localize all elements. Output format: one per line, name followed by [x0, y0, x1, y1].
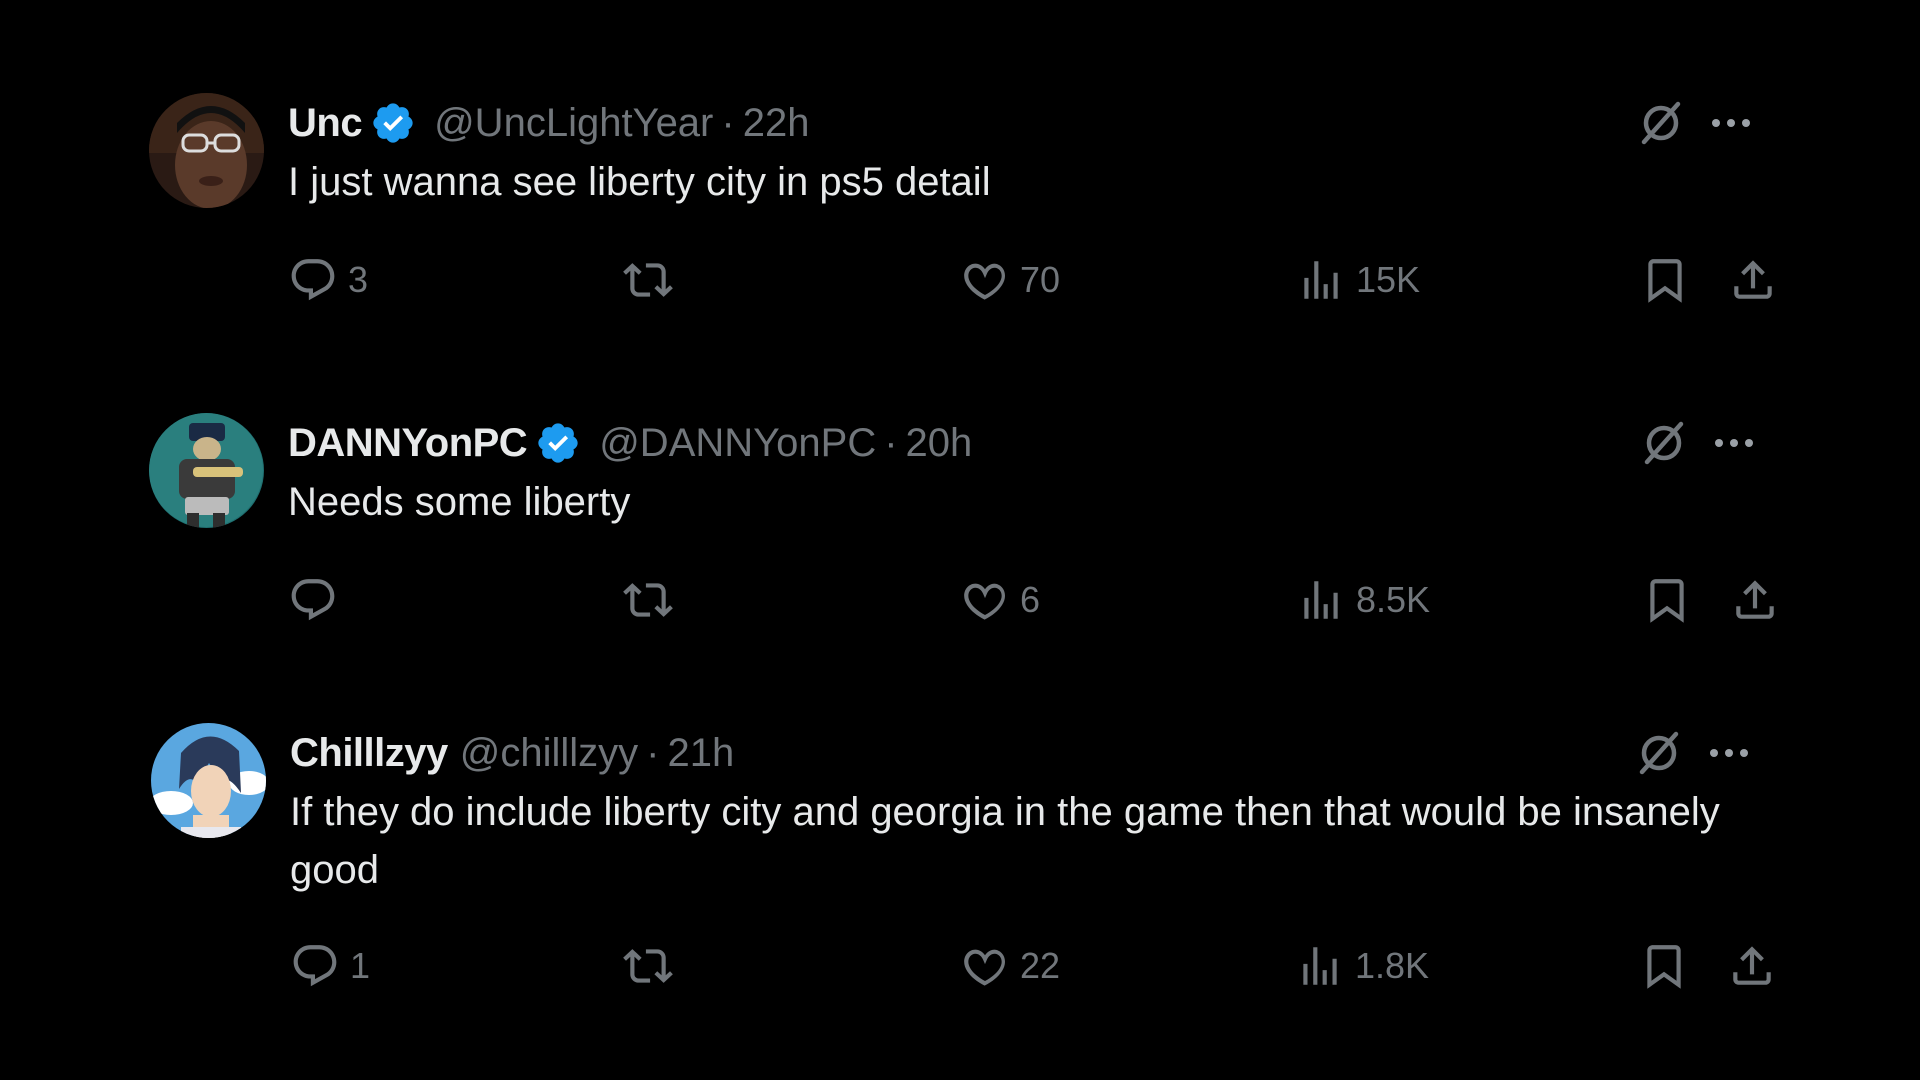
bookmark-button[interactable]	[1639, 936, 1689, 996]
views-button[interactable]: 15K	[1296, 250, 1420, 310]
bookmark-button[interactable]	[1642, 570, 1692, 630]
separator-dot: ·	[646, 730, 660, 775]
grok-icon[interactable]	[1639, 418, 1689, 468]
like-button[interactable]: 6	[960, 570, 1040, 630]
avatar[interactable]	[149, 413, 264, 528]
share-button[interactable]	[1730, 570, 1780, 630]
avatar-image	[151, 723, 266, 838]
display-name[interactable]: DANNYonPC	[288, 421, 528, 466]
views-bar-chart-icon	[1296, 575, 1346, 625]
views-count: 15K	[1356, 259, 1421, 300]
share-button[interactable]	[1728, 250, 1778, 310]
tweet-top-actions	[1636, 95, 1750, 151]
grok-icon[interactable]	[1636, 98, 1686, 148]
tweet-text: Needs some liberty	[288, 480, 631, 524]
action-bar: 6 8.5K	[288, 570, 1781, 630]
share-icon	[1728, 255, 1778, 305]
timestamp[interactable]: 21h	[668, 731, 735, 776]
views-button[interactable]: 1.8K	[1295, 936, 1429, 996]
retweet-icon	[623, 941, 673, 991]
like-count: 22	[1020, 945, 1061, 986]
reply-count: 3	[348, 259, 369, 300]
verified-badge-icon	[535, 420, 581, 466]
avatar-image	[149, 93, 264, 208]
avatar[interactable]	[149, 93, 264, 208]
user-handle[interactable]: @chilllzyy	[460, 731, 638, 776]
tweet-top-actions	[1634, 725, 1748, 781]
reply-count: 1	[350, 945, 371, 986]
tweet[interactable]: DANNYonPC @DANNYonPC · 20h Needs some li…	[149, 413, 1781, 653]
tweet-header: DANNYonPC @DANNYonPC · 20h	[288, 415, 972, 471]
retweet-icon	[623, 255, 673, 305]
views-bar-chart-icon	[1295, 941, 1345, 991]
tweet[interactable]: Unc @UncLightYear · 22h I just wanna see…	[149, 93, 1781, 333]
views-button[interactable]: 8.5K	[1296, 570, 1430, 630]
timestamp[interactable]: 22h	[743, 101, 810, 146]
separator-dot: ·	[721, 100, 735, 145]
reply-button[interactable]	[288, 570, 348, 630]
separator-dot: ·	[884, 420, 898, 465]
like-button[interactable]: 70	[960, 250, 1060, 310]
bookmark-icon	[1640, 255, 1690, 305]
grok-icon[interactable]	[1634, 728, 1684, 778]
display-name[interactable]: Unc	[288, 101, 363, 146]
display-name[interactable]: Chilllzyy	[290, 731, 448, 776]
bookmark-icon	[1642, 575, 1692, 625]
tweet-header: Unc @UncLightYear · 22h	[288, 95, 809, 151]
user-handle[interactable]: @UncLightYear	[434, 101, 713, 146]
reply-icon	[288, 255, 338, 305]
retweet-button[interactable]	[623, 936, 673, 996]
views-count: 8.5K	[1356, 579, 1431, 620]
timestamp[interactable]: 20h	[906, 421, 973, 466]
retweet-icon	[623, 575, 673, 625]
share-icon	[1727, 941, 1777, 991]
action-bar: 3 70 15K	[288, 250, 1781, 310]
retweet-button[interactable]	[623, 570, 673, 630]
tweet-text: If they do include liberty city and geor…	[290, 790, 1720, 892]
tweet-header: Chilllzyy @chilllzyy · 21h	[290, 725, 734, 781]
heart-icon	[960, 575, 1010, 625]
user-handle[interactable]: @DANNYonPC	[599, 421, 876, 466]
avatar[interactable]	[151, 723, 266, 838]
share-icon	[1730, 575, 1780, 625]
reply-button[interactable]: 1	[290, 936, 370, 996]
heart-icon	[960, 941, 1010, 991]
more-icon[interactable]	[1712, 119, 1750, 127]
bookmark-icon	[1639, 941, 1689, 991]
more-icon[interactable]	[1710, 749, 1748, 757]
retweet-button[interactable]	[623, 250, 673, 310]
reply-icon	[288, 575, 338, 625]
avatar-image	[149, 413, 264, 528]
tweet-top-actions	[1639, 415, 1753, 471]
verified-badge-icon	[370, 100, 416, 146]
like-count: 6	[1020, 579, 1041, 620]
views-bar-chart-icon	[1296, 255, 1346, 305]
reply-icon	[290, 941, 340, 991]
like-count: 70	[1020, 259, 1061, 300]
share-button[interactable]	[1727, 936, 1777, 996]
like-button[interactable]: 22	[960, 936, 1060, 996]
more-icon[interactable]	[1715, 439, 1753, 447]
reply-button[interactable]: 3	[288, 250, 368, 310]
views-count: 1.8K	[1355, 945, 1430, 986]
action-bar: 1 22 1.8K	[290, 936, 1783, 996]
bookmark-button[interactable]	[1640, 250, 1690, 310]
heart-icon	[960, 255, 1010, 305]
tweet[interactable]: Chilllzyy @chilllzyy · 21h If they do in…	[149, 723, 1781, 1023]
tweet-text: I just wanna see liberty city in ps5 det…	[288, 160, 991, 204]
